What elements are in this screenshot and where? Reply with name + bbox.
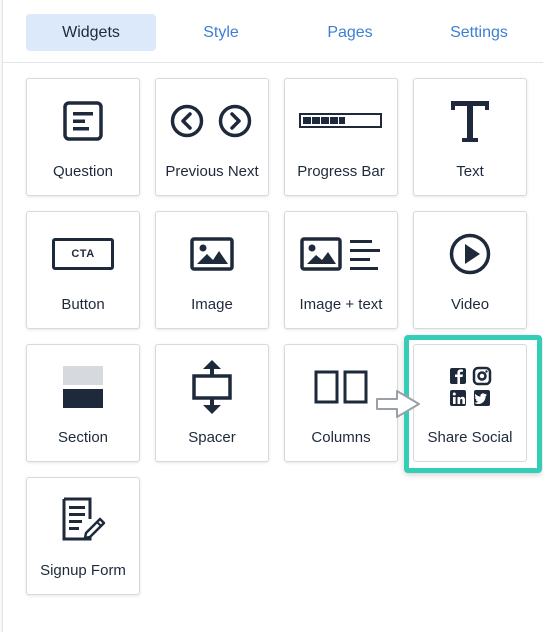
widget-label: Image [191,296,233,313]
widget-label: Signup Form [40,562,126,579]
twitter-icon [474,390,490,406]
facebook-icon [450,368,466,384]
widget-section[interactable]: Section [26,344,140,462]
widget-label: Button [61,296,105,313]
widget-label: Share Social [427,429,513,446]
image-icon [156,226,268,282]
image-text-icon [285,226,397,282]
share-social-tile[interactable]: Share Social [413,344,527,462]
widget-question[interactable]: Question [26,78,140,196]
widget-button[interactable]: CTA Button [26,211,140,329]
tab-pages[interactable]: Pages [285,14,415,51]
share-social-icon [414,359,526,415]
widget-image-text[interactable]: Image + text [284,211,398,329]
widget-progress-bar[interactable]: Progress Bar [284,78,398,196]
widget-label: Columns [311,429,371,446]
signup-form-icon [27,492,139,548]
widget-label: Progress Bar [297,163,385,180]
widget-label: Section [57,429,109,446]
tab-bar: Widgets Style Pages Settings [3,0,543,63]
widget-share-social[interactable]: Share Social [404,335,542,473]
widget-previous-next[interactable]: Previous Next [155,78,269,196]
cta-badge: CTA [52,238,114,270]
previous-next-icon [156,93,268,149]
widget-signup-form[interactable]: Signup Form [26,477,140,595]
tab-style[interactable]: Style [156,14,286,51]
section-icon [27,359,139,415]
widget-label: Image + text [299,296,383,313]
instagram-icon [472,366,492,386]
widget-text[interactable]: Text [413,78,527,196]
spacer-icon [156,359,268,415]
widget-image[interactable]: Image [155,211,269,329]
tab-widgets[interactable]: Widgets [26,14,156,51]
drag-cursor-icon [375,388,423,425]
tab-settings[interactable]: Settings [414,14,543,51]
widget-label: Video [450,296,490,313]
widget-spacer[interactable]: Spacer [155,344,269,462]
video-icon [414,226,526,282]
progress-bar-icon [285,93,397,149]
text-icon [414,93,526,149]
widget-label: Spacer [188,429,236,446]
question-icon [27,93,139,149]
widget-panel: Widgets Style Pages Settings Question Pr… [2,0,543,632]
button-icon: CTA [27,226,139,282]
widget-label: Previous Next [165,163,259,180]
widget-video[interactable]: Video [413,211,527,329]
widget-label: Text [456,163,484,180]
widget-label: Question [52,163,114,180]
linkedin-icon [450,390,466,406]
